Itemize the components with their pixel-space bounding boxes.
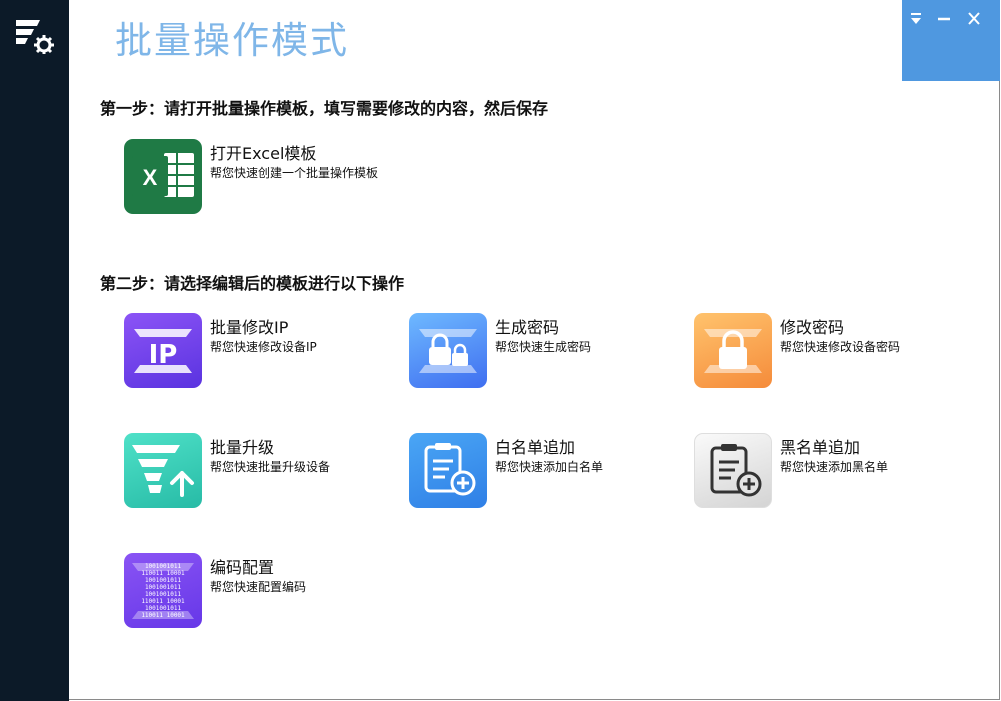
encoding-config-card[interactable]: 1001001011 110011 10001 1001001011 10010… bbox=[124, 553, 394, 633]
generate-password-title: 生成密码 bbox=[495, 318, 560, 337]
svg-text:110011 10001: 110011 10001 bbox=[141, 612, 185, 619]
upgrade-arrow-icon bbox=[124, 433, 202, 508]
blacklist-append-card[interactable]: 黑名单追加 帮您快速添加黑名单 bbox=[694, 433, 964, 513]
generate-password-card[interactable]: 生成密码 帮您快速生成密码 bbox=[409, 313, 679, 393]
main-panel: 批量操作模式 第一步：请打开批量操作模板，填写需要修改的内容，然后保存 X 打开… bbox=[69, 0, 1000, 700]
blacklist-append-subtitle: 帮您快速添加黑名单 bbox=[780, 460, 889, 474]
svg-text:IP: IP bbox=[149, 340, 178, 370]
page-title: 批量操作模式 bbox=[115, 19, 349, 62]
blacklist-append-title: 黑名单追加 bbox=[780, 438, 861, 457]
svg-text:110011 10001: 110011 10001 bbox=[141, 570, 185, 577]
svg-text:1001001011: 1001001011 bbox=[145, 605, 182, 612]
step-two-instruction: 第二步：请选择编辑后的模板进行以下操作 bbox=[100, 274, 405, 293]
modify-password-lock-icon bbox=[694, 313, 772, 388]
step-one-instruction: 第一步：请打开批量操作模板，填写需要修改的内容，然后保存 bbox=[100, 99, 549, 118]
binary-code-icon: 1001001011 110011 10001 1001001011 10010… bbox=[124, 553, 202, 628]
close-icon[interactable] bbox=[963, 9, 985, 29]
open-excel-template-title: 打开Excel模板 bbox=[210, 144, 317, 163]
open-excel-template-subtitle: 帮您快速创建一个批量操作模板 bbox=[210, 166, 379, 180]
open-excel-template-card[interactable]: X 打开Excel模板 帮您快速创建一个批量操作模板 bbox=[124, 139, 394, 219]
svg-text:1001001011: 1001001011 bbox=[145, 584, 182, 591]
whitelist-append-subtitle: 帮您快速添加白名单 bbox=[495, 460, 604, 474]
minimize-icon[interactable] bbox=[933, 9, 955, 29]
generate-password-subtitle: 帮您快速生成密码 bbox=[495, 340, 592, 354]
svg-text:1001001011: 1001001011 bbox=[145, 591, 182, 598]
svg-text:1001001011: 1001001011 bbox=[145, 563, 182, 570]
svg-text:110011 10001: 110011 10001 bbox=[141, 598, 185, 605]
excel-icon: X bbox=[124, 139, 202, 214]
ip-icon: IP bbox=[124, 313, 202, 388]
modify-password-card[interactable]: 修改密码 帮您快速修改设备密码 bbox=[694, 313, 964, 393]
batch-modify-ip-title: 批量修改IP bbox=[210, 318, 289, 337]
batch-upgrade-subtitle: 帮您快速批量升级设备 bbox=[210, 460, 331, 474]
encoding-config-title: 编码配置 bbox=[210, 558, 275, 577]
modify-password-subtitle: 帮您快速修改设备密码 bbox=[780, 340, 901, 354]
whitelist-append-title: 白名单追加 bbox=[495, 438, 576, 457]
svg-text:1001001011: 1001001011 bbox=[145, 577, 182, 584]
batch-modify-ip-card[interactable]: IP 批量修改IP 帮您快速修改设备IP bbox=[124, 313, 394, 393]
window-controls bbox=[902, 0, 1000, 81]
whitelist-append-card[interactable]: 白名单追加 帮您快速添加白名单 bbox=[409, 433, 679, 513]
generate-password-lock-icon bbox=[409, 313, 487, 388]
modify-password-title: 修改密码 bbox=[780, 318, 845, 337]
batch-upgrade-title: 批量升级 bbox=[210, 438, 275, 457]
encoding-config-subtitle: 帮您快速配置编码 bbox=[210, 580, 307, 594]
blacklist-clipboard-add-icon bbox=[694, 433, 772, 508]
batch-upgrade-card[interactable]: 批量升级 帮您快速批量升级设备 bbox=[124, 433, 394, 513]
svg-text:X: X bbox=[143, 165, 158, 190]
sidebar bbox=[0, 0, 69, 701]
whitelist-clipboard-add-icon bbox=[409, 433, 487, 508]
app-logo-settings-icon bbox=[14, 18, 54, 54]
batch-modify-ip-subtitle: 帮您快速修改设备IP bbox=[210, 340, 317, 354]
dropdown-menu-icon[interactable] bbox=[905, 9, 927, 29]
